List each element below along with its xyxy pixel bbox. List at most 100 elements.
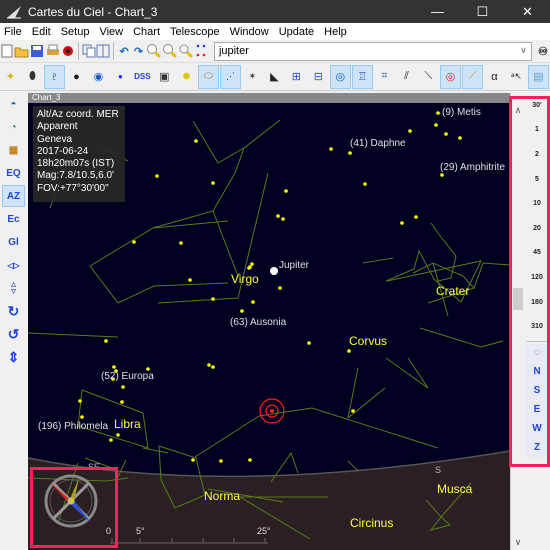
fov-button[interactable]: 310 bbox=[524, 314, 550, 339]
az-mode-button[interactable]: AZ bbox=[2, 185, 25, 207]
tile-windows-button[interactable] bbox=[96, 41, 110, 61]
scale-tick-label: 0 bbox=[106, 526, 111, 536]
toggle-asteroids[interactable]: ⬭ bbox=[197, 64, 219, 89]
menu-help[interactable]: Help bbox=[319, 26, 352, 38]
star bbox=[281, 217, 285, 221]
menu-telescope[interactable]: Telescope bbox=[165, 26, 225, 38]
zoom-fov-button[interactable] bbox=[178, 41, 194, 61]
find-button[interactable]: ♾ bbox=[536, 41, 550, 61]
search-object-combobox[interactable]: jupiter ∨ bbox=[213, 41, 532, 61]
menu-window[interactable]: Window bbox=[225, 26, 274, 38]
direction-zenith-button[interactable]: Z bbox=[526, 438, 548, 457]
star bbox=[112, 365, 116, 369]
toggle-light[interactable]: ✹ bbox=[176, 65, 197, 89]
toggle-galactic-line[interactable]: ⟍ bbox=[418, 65, 439, 89]
folder-open-icon bbox=[14, 47, 29, 58]
jupiter-planet[interactable] bbox=[270, 267, 278, 275]
fov-button[interactable]: 1 bbox=[524, 118, 550, 143]
fov-button[interactable]: 120 bbox=[524, 265, 550, 290]
fov-button[interactable]: 20 bbox=[524, 216, 550, 241]
maximize-button[interactable]: ☐ bbox=[460, 0, 505, 23]
close-button[interactable]: ✕ bbox=[505, 0, 550, 23]
fov-button[interactable]: 2 bbox=[524, 142, 550, 167]
scroll-down-icon[interactable]: ∨ bbox=[511, 537, 525, 548]
constellation-label: Circinus bbox=[350, 516, 393, 530]
rotate-ccw-button[interactable]: ↺ bbox=[2, 323, 25, 345]
calendar-gear-icon bbox=[62, 46, 73, 56]
copy-window-button[interactable] bbox=[82, 41, 96, 61]
toggle-ecliptic[interactable]: ⫽ bbox=[396, 65, 417, 89]
new-chart-button[interactable] bbox=[0, 41, 14, 61]
toggle-eq-grid[interactable]: ⊞ bbox=[286, 65, 307, 89]
toggle-compass[interactable]: ◎ bbox=[329, 64, 351, 89]
ec-mode-button[interactable]: Ec bbox=[2, 208, 25, 230]
menu-update[interactable]: Update bbox=[274, 26, 319, 38]
direction-north-button[interactable]: N bbox=[526, 362, 548, 381]
toggle-images[interactable]: ▣ bbox=[154, 65, 175, 89]
scrollbar-thumb[interactable] bbox=[513, 288, 523, 310]
direction-south-button[interactable]: S bbox=[526, 381, 548, 400]
toggle-alpha-labels[interactable]: α bbox=[484, 65, 505, 89]
save-button[interactable] bbox=[30, 41, 44, 61]
flip-horizontal-button[interactable]: ◁▷ bbox=[2, 254, 25, 276]
toggle-milky-way[interactable]: ◣ bbox=[264, 65, 285, 89]
toggle-az-grid[interactable]: ⊟ bbox=[308, 65, 329, 89]
toggle-dss[interactable]: DSS bbox=[132, 65, 153, 89]
toggle-comets[interactable]: ⋰ bbox=[219, 64, 241, 89]
toggle-constellation-figures[interactable]: ♖ bbox=[351, 64, 373, 89]
all-sky-button[interactable]: ◌ bbox=[526, 343, 548, 362]
gl-mode-button[interactable]: Gl bbox=[2, 231, 25, 253]
minimize-button[interactable]: — bbox=[415, 0, 460, 23]
rotate-view-button[interactable]: ◓ bbox=[2, 93, 25, 115]
chart-settings-button[interactable]: ▦ bbox=[2, 139, 25, 161]
undo-button[interactable]: ↶ bbox=[117, 41, 131, 61]
menu-edit[interactable]: Edit bbox=[27, 26, 56, 38]
toggle-target-circles[interactable]: ◎ bbox=[439, 64, 461, 89]
search-input[interactable]: jupiter bbox=[219, 45, 249, 57]
rotate-cw-button[interactable]: ↻ bbox=[2, 300, 25, 322]
time-button[interactable]: ◔ bbox=[2, 116, 25, 138]
stars-icon: ✦ bbox=[5, 71, 16, 83]
toggle-nebulae[interactable]: ⬮ bbox=[22, 65, 43, 89]
ruler-icon: ⟋ bbox=[468, 70, 477, 82]
eq-mode-button[interactable]: EQ bbox=[2, 162, 25, 184]
chart-vertical-scrollbar[interactable]: ∧ ∨ bbox=[510, 93, 524, 550]
open-button[interactable] bbox=[14, 41, 30, 61]
toggle-dark-nebulae[interactable]: ● bbox=[66, 65, 87, 89]
zoom-in-button[interactable] bbox=[146, 41, 162, 61]
info-line-magnitude: Mag:7.8/10.5,6.0' bbox=[37, 170, 114, 182]
fov-button[interactable]: 45 bbox=[524, 241, 550, 266]
toggle-constellation-boundaries[interactable]: ⌗ bbox=[374, 65, 395, 89]
print-button[interactable] bbox=[45, 41, 61, 61]
toggle-horizon-picture[interactable]: ▤ bbox=[527, 64, 549, 89]
calendar-button[interactable] bbox=[61, 41, 75, 61]
chevron-down-icon[interactable]: ∨ bbox=[520, 45, 527, 56]
toggle-galaxies[interactable]: ◉ bbox=[88, 65, 109, 89]
fov-button[interactable]: 10 bbox=[524, 191, 550, 216]
toggle-galaxies-outline[interactable]: ♇ bbox=[43, 64, 65, 89]
zoom-out-button[interactable] bbox=[162, 41, 178, 61]
toggle-satellites[interactable]: ✶ bbox=[242, 65, 263, 89]
milky-way-icon: ◣ bbox=[270, 71, 279, 83]
fov-button[interactable]: 30' bbox=[524, 93, 550, 118]
scroll-up-icon[interactable]: ∧ bbox=[511, 105, 525, 116]
toggle-planets[interactable]: ● bbox=[110, 65, 131, 89]
menu-view[interactable]: View bbox=[94, 26, 128, 38]
menu-setup[interactable]: Setup bbox=[56, 26, 95, 38]
toggle-stars[interactable]: ✦ bbox=[0, 65, 21, 89]
toggle-object-labels[interactable]: ᵃ↖ bbox=[506, 65, 527, 89]
flip-updown-button[interactable]: ⇕ bbox=[2, 346, 25, 368]
toggle-ruler[interactable]: ⟋ bbox=[461, 64, 483, 89]
flip-vertical-button[interactable]: △▽ bbox=[2, 277, 25, 299]
redo-button[interactable]: ↷ bbox=[131, 41, 145, 61]
direction-east-button[interactable]: E bbox=[526, 400, 548, 419]
direction-west-button[interactable]: W bbox=[526, 419, 548, 438]
constellation-label: Norma bbox=[204, 489, 240, 503]
show-lines-button[interactable] bbox=[194, 41, 208, 61]
fov-button[interactable]: 180 bbox=[524, 290, 550, 315]
menu-file[interactable]: File bbox=[0, 26, 27, 38]
menu-chart[interactable]: Chart bbox=[128, 26, 165, 38]
fov-button[interactable]: 5 bbox=[524, 167, 550, 192]
star bbox=[434, 123, 438, 127]
app-logo-icon bbox=[7, 5, 21, 18]
